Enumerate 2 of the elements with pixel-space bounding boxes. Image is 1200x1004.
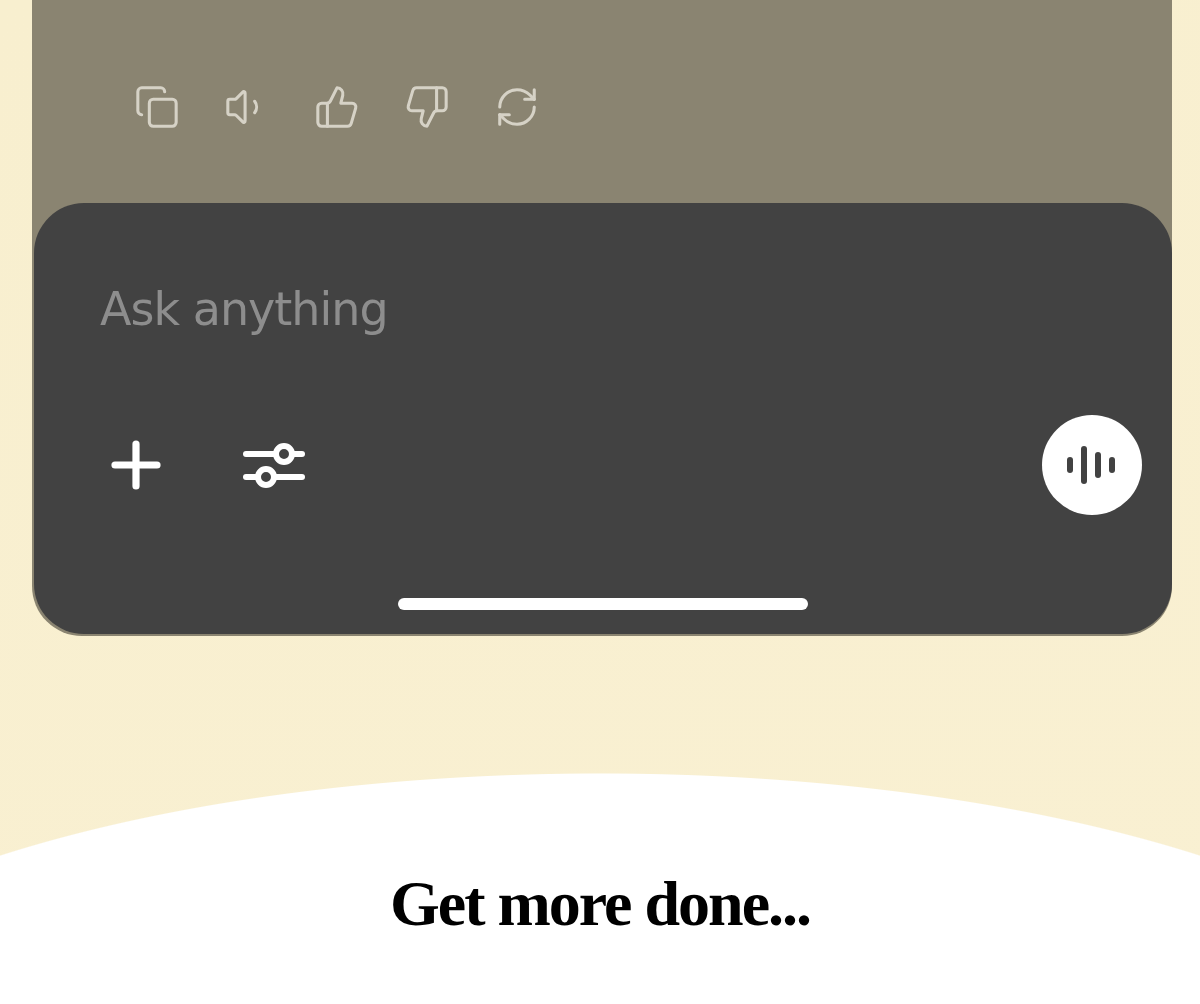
input-field[interactable]: Ask anything <box>100 281 800 337</box>
headline: Get more done... <box>389 867 811 941</box>
